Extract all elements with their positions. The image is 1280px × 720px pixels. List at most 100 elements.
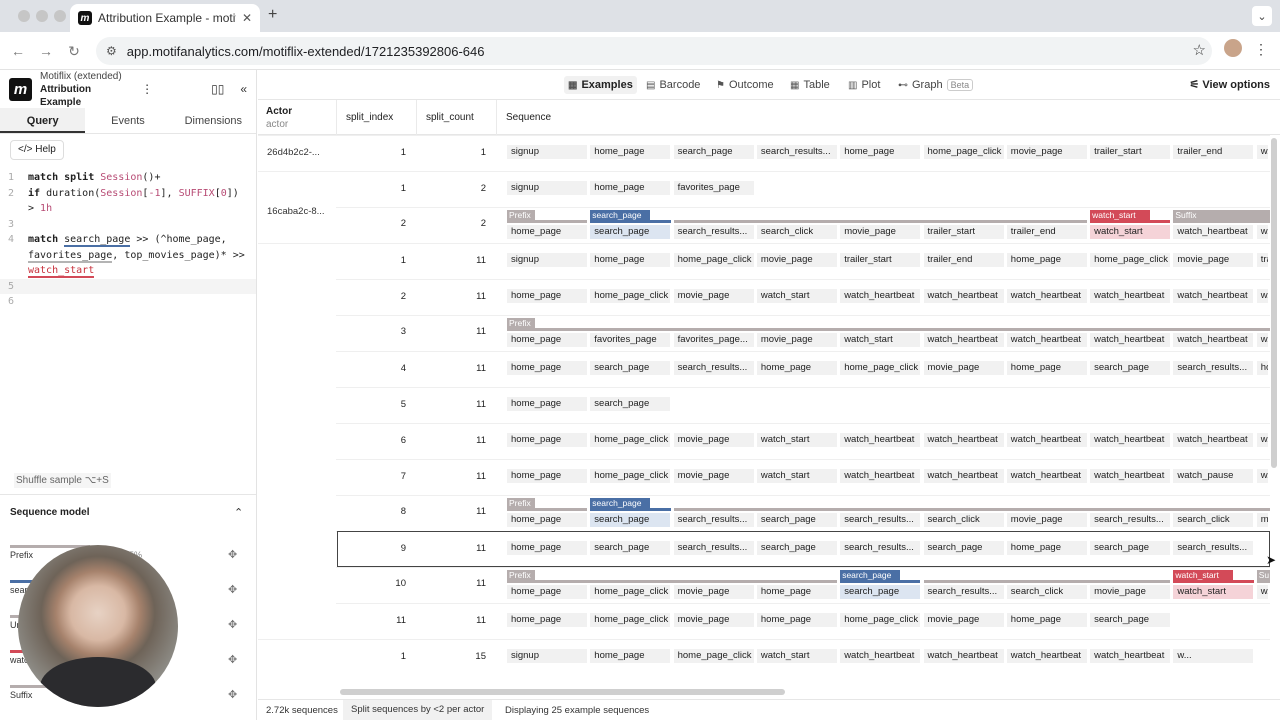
table-row[interactable]: 3 11 Prefix home_page favorites_page favorite… [258, 315, 1270, 351]
col-split-count[interactable]: split_count [426, 112, 474, 123]
bookmark-star-icon[interactable]: ☆ [1193, 41, 1206, 59]
event-chip[interactable]: watch_start [756, 469, 837, 483]
event-chip[interactable]: watch_heartbeat [1173, 225, 1254, 239]
event-chip[interactable]: home_page_click [590, 433, 671, 447]
event-chip[interactable]: watch_heartbeat [1090, 469, 1171, 483]
event-chip[interactable]: search_results... [840, 513, 921, 527]
table-row[interactable]: 2 11 home_page home_page_click movie_page wat… [258, 279, 1270, 315]
event-chip[interactable]: w... [1256, 145, 1268, 159]
table-row[interactable]: 5 11 home_page search_page [258, 387, 1270, 423]
event-chip[interactable]: movie_page [673, 433, 754, 447]
event-chip[interactable]: watch_heartbeat [923, 469, 1004, 483]
event-chip[interactable]: trailer_end [1173, 145, 1254, 159]
table-row[interactable]: 11 11 home_page home_page_click movie_page ho… [258, 603, 1270, 639]
tab-table[interactable]: ▦ Table [786, 76, 834, 94]
table-row[interactable]: 2 2 Prefix search_page watch_start Suffix home… [258, 207, 1270, 243]
collapse-panel-icon[interactable]: « [240, 82, 247, 96]
browser-tab[interactable]: m Attribution Example - motiflix ✕ [70, 4, 260, 32]
event-chip[interactable]: search_results... [1173, 361, 1254, 375]
event-chip[interactable]: movie_page [1173, 253, 1254, 267]
event-chip[interactable]: home_page [507, 585, 587, 599]
event-chip[interactable]: tra... [1256, 253, 1268, 267]
event-chip[interactable]: movie_page [1090, 585, 1171, 599]
new-tab-plus-icon[interactable]: + [268, 6, 277, 24]
event-chip[interactable]: search_click [1006, 585, 1087, 599]
event-chip[interactable]: watch_heartbeat [840, 469, 921, 483]
event-chip[interactable]: watch_heartbeat [923, 649, 1004, 663]
vertical-scrollbar[interactable] [1271, 138, 1277, 468]
maximize-window-button[interactable] [54, 10, 66, 22]
query-editor[interactable]: 1 match split Session()+ 2 if duration(Ses… [0, 170, 256, 310]
tab-graph[interactable]: ⊷ Graph Beta [894, 76, 977, 94]
event-chip[interactable]: watch_heartbeat [1006, 333, 1087, 347]
event-chip[interactable]: search_results... [1090, 513, 1171, 527]
event-chip[interactable]: watch_heartbeat [1006, 433, 1087, 447]
event-chip[interactable]: trailer_end [1006, 225, 1087, 239]
more-vertical-icon[interactable]: ⋮ [141, 82, 153, 96]
split-sequences-badge[interactable]: Split sequences by <2 per actor [343, 700, 493, 720]
event-chip[interactable]: home_page_click [923, 145, 1004, 159]
event-chip[interactable]: home_page_click [1090, 253, 1171, 267]
event-chip[interactable]: watch_heartbeat [840, 289, 921, 303]
reload-icon[interactable]: ↻ [60, 43, 88, 60]
event-chip[interactable]: home_page_click [673, 253, 754, 267]
event-chip[interactable]: search_page [1090, 361, 1171, 375]
event-chip[interactable]: w... [1256, 469, 1268, 483]
event-chip[interactable]: home_page [590, 649, 671, 663]
event-chip[interactable]: home_page_click [673, 649, 754, 663]
event-chip[interactable]: home_page_click [840, 361, 921, 375]
tab-events[interactable]: Events [85, 108, 170, 133]
event-chip[interactable]: w... [1256, 333, 1268, 347]
event-chip[interactable]: search_results... [673, 513, 754, 527]
event-chip[interactable]: home_page [507, 333, 587, 347]
event-chip[interactable]: signup [507, 649, 587, 663]
address-bar[interactable]: ⚙ app.motifanalytics.com/motiflix-extend… [96, 37, 1212, 65]
event-chip[interactable]: favorites_page [590, 333, 671, 347]
chevron-down-icon[interactable]: ⌄ [1252, 6, 1272, 26]
table-row[interactable]: 26d4b2c2-... 1 1 signup home_page search_page… [258, 135, 1270, 171]
event-chip[interactable]: home_page [756, 585, 837, 599]
event-chip[interactable]: search_click [756, 225, 837, 239]
event-chip[interactable]: home_page_click [590, 469, 671, 483]
event-chip[interactable]: favorites_page [673, 181, 754, 195]
column-divider[interactable] [336, 100, 337, 135]
event-chip[interactable]: home_page_click [590, 585, 671, 599]
event-chip[interactable]: home_page [507, 513, 587, 527]
column-divider[interactable] [496, 100, 497, 135]
event-chip[interactable]: search_page [756, 513, 837, 527]
tab-outcome[interactable]: ⚑ Outcome [712, 76, 778, 94]
event-chip[interactable]: movie_page [756, 333, 837, 347]
event-chip[interactable]: watch_heartbeat [840, 433, 921, 447]
event-chip[interactable]: home_page [1006, 613, 1087, 627]
event-chip[interactable]: signup [507, 181, 587, 195]
tab-query[interactable]: Query [0, 108, 86, 133]
event-chip[interactable]: home_page_click [590, 289, 671, 303]
event-chip[interactable]: watch_heartbeat [1173, 289, 1254, 303]
event-chip[interactable]: search_click [1173, 513, 1254, 527]
event-chip[interactable]: home_page [840, 145, 921, 159]
table-row[interactable]: 8 11 Prefix search_page home_page search_page… [258, 495, 1270, 531]
table-row[interactable]: 16caba2c-8... 1 2 signup home_page favorites_… [258, 171, 1270, 217]
table-row[interactable]: 1 15 signup home_page home_page_click watch_s… [258, 639, 1270, 675]
event-chip[interactable]: watch_heartbeat [1006, 469, 1087, 483]
event-chip[interactable]: home_page [590, 253, 671, 267]
close-window-button[interactable] [18, 10, 30, 22]
event-chip[interactable]: watch_pause [1173, 469, 1254, 483]
tab-barcode[interactable]: ▤ Barcode [642, 76, 704, 94]
event-chip[interactable]: watch_heartbeat [840, 649, 921, 663]
help-button[interactable]: </> Help [10, 140, 64, 160]
event-chip[interactable]: search_page [590, 513, 671, 527]
event-chip[interactable]: search_results... [673, 225, 754, 239]
event-chip[interactable]: search_click [923, 513, 1004, 527]
event-chip[interactable]: search_page [1090, 613, 1171, 627]
event-chip[interactable]: watch_heartbeat [1006, 289, 1087, 303]
event-chip[interactable]: search_page [840, 585, 921, 599]
event-chip[interactable]: home_page [756, 613, 837, 627]
event-chip[interactable]: watch_heartbeat [1173, 333, 1254, 347]
column-divider[interactable] [416, 100, 417, 135]
table-row[interactable]: 1 11 signup home_page home_page_click movie_p… [258, 243, 1270, 279]
event-chip[interactable]: home_page [756, 361, 837, 375]
move-icon[interactable]: ✥ [228, 653, 237, 666]
table-row[interactable]: 4 11 home_page search_page search_results...… [258, 351, 1270, 387]
event-chip[interactable]: home_page [507, 433, 587, 447]
